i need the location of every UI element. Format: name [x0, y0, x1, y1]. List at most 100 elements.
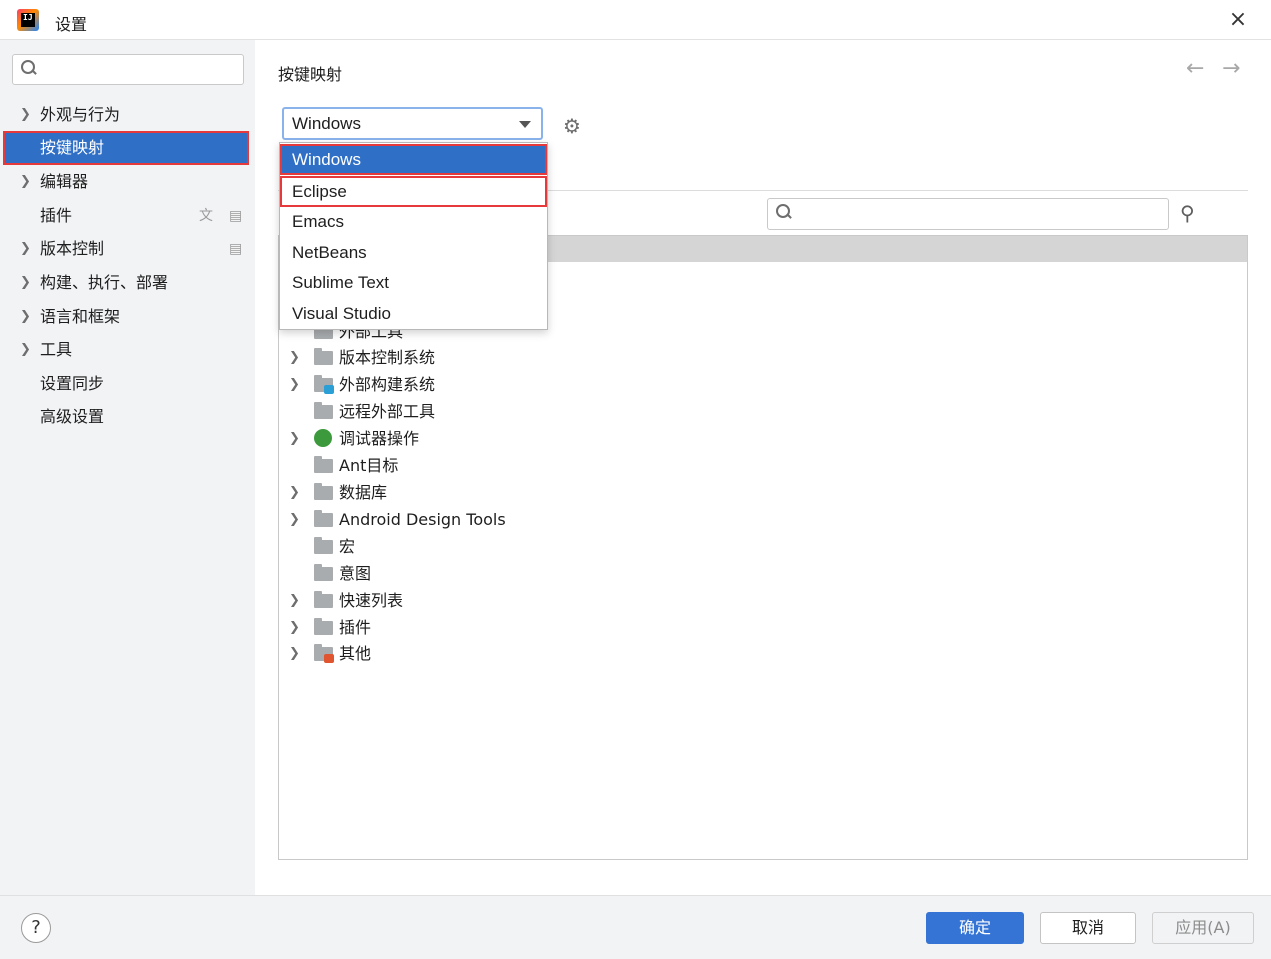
folder-ant-icon [314, 456, 333, 473]
chevron-right-icon: ❯ [20, 275, 31, 290]
chevron-right-icon: ❯ [289, 593, 300, 608]
folder-icon [314, 348, 333, 365]
tree-row-debugger[interactable]: ❯ 调试器操作 [279, 425, 1247, 452]
chevron-right-icon: ❯ [20, 107, 31, 122]
tree-row-android-design[interactable]: ❯ Android Design Tools [279, 506, 1247, 533]
tree-row-macros[interactable]: 宏 [279, 533, 1247, 560]
chevron-right-icon: ❯ [289, 646, 300, 661]
keymap-select[interactable]: Windows [282, 107, 543, 140]
sidebar-item-label: 版本控制 [40, 239, 105, 258]
sidebar-search-input[interactable] [12, 54, 244, 85]
tree-row-label: 调试器操作 [339, 429, 420, 448]
tree-row-label: 意图 [339, 564, 372, 583]
ok-button[interactable]: 确定 [926, 912, 1024, 944]
chevron-right-icon: ❯ [289, 350, 300, 365]
sidebar-item-label: 语言和框架 [40, 307, 121, 326]
dropdown-arrow-icon [519, 121, 531, 128]
tree-row-vcs[interactable]: ❯ 版本控制系统 [279, 344, 1247, 371]
chevron-right-icon: ❯ [20, 309, 31, 324]
sidebar-item-tools[interactable]: ❯ 工具 [0, 333, 255, 367]
search-icon [21, 60, 37, 76]
back-arrow-icon[interactable]: ← [1186, 56, 1204, 81]
sidebar-item-advanced[interactable]: 高级设置 [0, 400, 255, 434]
sidebar-item-settings-sync[interactable]: 设置同步 [0, 367, 255, 401]
folder-icon [314, 591, 333, 608]
settings-sidebar: ❯ 外观与行为 按键映射 ❯ 编辑器 插件 文 ▤ ❯ 版本控制 ▤ ❯ 构建、… [0, 40, 255, 895]
settings-page-icon: ▤ [229, 241, 243, 257]
chevron-right-icon: ❯ [289, 485, 300, 500]
sidebar-item-version-control[interactable]: ❯ 版本控制 ▤ [0, 232, 255, 266]
sidebar-item-editor[interactable]: ❯ 编辑器 [0, 165, 255, 199]
chevron-right-icon: ❯ [289, 431, 300, 446]
folder-icon [314, 564, 333, 581]
keymap-option-eclipse[interactable]: Eclipse [280, 176, 547, 207]
folder-icon [314, 510, 333, 527]
tree-row-label: 外部构建系统 [339, 375, 436, 394]
tree-row-quick-lists[interactable]: ❯ 快速列表 [279, 587, 1247, 614]
action-search-input[interactable] [767, 198, 1169, 230]
sidebar-item-appearance[interactable]: ❯ 外观与行为 [0, 98, 255, 132]
close-button[interactable]: × [1224, 6, 1252, 34]
chevron-right-icon: ❯ [289, 620, 300, 635]
intellij-logo-icon: IJ [17, 9, 39, 31]
tree-row-external-build[interactable]: ❯ 外部构建系统 [279, 371, 1247, 398]
keymap-option-emacs[interactable]: Emacs [280, 206, 547, 237]
other-badge-icon [324, 654, 334, 663]
tree-row-remote-tools[interactable]: 远程外部工具 [279, 398, 1247, 425]
cancel-button[interactable]: 取消 [1040, 912, 1136, 944]
folder-icon [314, 483, 333, 500]
tree-row-intentions[interactable]: 意图 [279, 560, 1247, 587]
tree-row-label: Android Design Tools [339, 510, 506, 529]
sidebar-item-label: 按键映射 [40, 138, 105, 157]
sidebar-item-plugins[interactable]: 插件 文 ▤ [0, 199, 255, 233]
search-icon [776, 204, 792, 220]
tree-row-label: Ant目标 [339, 456, 399, 475]
apply-button[interactable]: 应用(A) [1152, 912, 1254, 944]
tree-row-other[interactable]: ❯ 其他 [279, 640, 1247, 667]
chevron-right-icon: ❯ [289, 512, 300, 527]
folder-icon [314, 402, 333, 419]
chevron-right-icon: ❯ [20, 342, 31, 357]
tree-row-label: 其他 [339, 644, 372, 663]
bug-icon [314, 429, 332, 447]
find-by-shortcut-icon[interactable]: ⚲ [1180, 201, 1195, 225]
tree-row-label: 插件 [339, 618, 372, 637]
forward-arrow-icon[interactable]: → [1222, 56, 1240, 81]
chevron-right-icon: ❯ [289, 377, 300, 392]
folder-icon [314, 618, 333, 635]
keymap-option-sublime[interactable]: Sublime Text [280, 267, 547, 298]
page-title: 按键映射 [278, 65, 343, 84]
gear-icon[interactable]: ⚙ [563, 114, 581, 138]
keymap-select-value: Windows [292, 114, 361, 133]
keymap-option-visual-studio[interactable]: Visual Studio [280, 298, 547, 329]
settings-page-icon: ▤ [229, 208, 243, 224]
dialog-footer: ? 确定 取消 应用(A) [0, 895, 1271, 959]
window-title: 设置 [55, 15, 88, 34]
sidebar-item-label: 设置同步 [40, 374, 105, 393]
chevron-right-icon: ❯ [20, 174, 31, 189]
sidebar-item-label: 外观与行为 [40, 105, 121, 124]
sidebar-item-build[interactable]: ❯ 构建、执行、部署 [0, 266, 255, 300]
help-button[interactable]: ? [21, 913, 51, 943]
folder-icon [314, 537, 333, 554]
sidebar-item-languages[interactable]: ❯ 语言和框架 [0, 300, 255, 334]
gear-badge-icon [324, 385, 334, 394]
sidebar-item-label: 构建、执行、部署 [40, 273, 169, 292]
sidebar-item-keymap[interactable]: 按键映射 [3, 131, 249, 165]
tree-row-database[interactable]: ❯ 数据库 [279, 479, 1247, 506]
keymap-option-windows[interactable]: Windows [280, 144, 547, 175]
sidebar-item-label: 插件 [40, 206, 73, 225]
tree-row-label: 版本控制系统 [339, 348, 436, 367]
chevron-right-icon: ❯ [20, 241, 31, 256]
keymap-option-netbeans[interactable]: NetBeans [280, 237, 547, 268]
translate-icon: 文 [199, 208, 213, 224]
tree-row-label: 快速列表 [339, 591, 404, 610]
tree-row-label: 远程外部工具 [339, 402, 436, 421]
sidebar-item-label: 编辑器 [40, 172, 89, 191]
title-bar: IJ 设置 × [0, 0, 1271, 40]
tree-row-plugins[interactable]: ❯ 插件 [279, 614, 1247, 641]
keymap-dropdown-list: Windows Eclipse Emacs NetBeans Sublime T… [279, 142, 548, 330]
tree-row-ant[interactable]: Ant目标 [279, 452, 1247, 479]
tree-row-label: 宏 [339, 537, 356, 556]
sidebar-item-label: 工具 [40, 340, 73, 359]
